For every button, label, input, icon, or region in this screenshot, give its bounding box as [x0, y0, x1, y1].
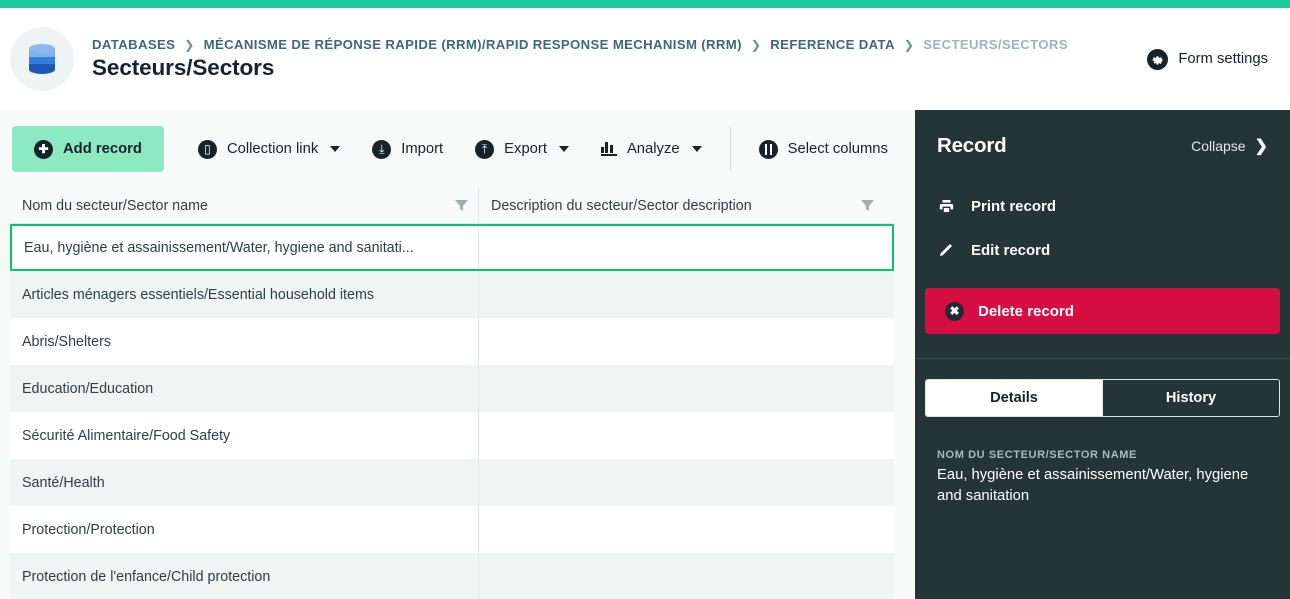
header-title-block: DATABASES ❯ MÉCANISME DE RÉPONSE RAPIDE …: [92, 37, 1068, 81]
main-content: ✚ Add record ▯ Collection link ⤓ Import …: [0, 110, 1290, 599]
column-header-sector-description[interactable]: Description du secteur/Sector descriptio…: [478, 187, 884, 224]
cell-sector-description[interactable]: [478, 318, 884, 365]
table-row[interactable]: Protection/Protection: [10, 506, 894, 553]
breadcrumb-item-reference-data[interactable]: REFERENCE DATA: [770, 37, 895, 52]
cell-sector-name[interactable]: Education/Education: [10, 365, 478, 412]
export-label: Export: [504, 141, 547, 157]
cell-sector-name[interactable]: Abris/Shelters: [10, 318, 478, 365]
record-details-content: NOM DU SECTEUR/SECTOR NAME Eau, hygiène …: [915, 417, 1290, 508]
filter-icon[interactable]: [455, 200, 468, 211]
breadcrumb-item-databases[interactable]: DATABASES: [92, 37, 175, 52]
database-icon: [10, 27, 74, 91]
chevron-right-icon: ❯: [1254, 138, 1268, 155]
page-title: Secteurs/Sectors: [92, 55, 275, 80]
table-row[interactable]: Eau, hygiène et assainissement/Water, hy…: [10, 224, 894, 271]
page-header: DATABASES ❯ MÉCANISME DE RÉPONSE RAPIDE …: [0, 8, 1290, 110]
cell-sector-description[interactable]: [478, 271, 884, 318]
print-record-button[interactable]: Print record: [915, 184, 1290, 228]
breadcrumb-separator: ❯: [903, 37, 915, 52]
collection-icon: ▯: [197, 139, 217, 159]
filter-icon[interactable]: [861, 200, 874, 211]
table-header-row: Nom du secteur/Sector name Description d…: [10, 187, 894, 224]
analyze-button[interactable]: Analyze: [585, 126, 718, 172]
breadcrumb-item-rrm[interactable]: MÉCANISME DE RÉPONSE RAPIDE (RRM)/RAPID …: [204, 37, 742, 52]
table-body: Eau, hygiène et assainissement/Water, hy…: [10, 224, 894, 599]
record-panel-title: Record: [937, 134, 1007, 157]
record-panel: Record Collapse ❯ Print record Edit reco…: [915, 110, 1290, 599]
tab-history[interactable]: History: [1102, 380, 1279, 416]
column-header-label: Description du secteur/Sector descriptio…: [491, 197, 752, 214]
import-label: Import: [401, 141, 444, 157]
table-row[interactable]: Articles ménagers essentiels/Essential h…: [10, 271, 894, 318]
cell-sector-description[interactable]: [478, 506, 884, 553]
import-button[interactable]: ⤓ Import: [356, 126, 459, 172]
delete-record-button[interactable]: ✖ Delete record: [925, 288, 1280, 334]
breadcrumb-separator: ❯: [184, 37, 195, 52]
cell-sector-description[interactable]: [478, 365, 884, 412]
table-toolbar: ✚ Add record ▯ Collection link ⤓ Import …: [0, 110, 915, 188]
download-circle-icon: ⤓: [372, 139, 392, 159]
detail-field-label: NOM DU SECTEUR/SECTOR NAME: [937, 449, 1137, 461]
form-settings-label: Form settings: [1178, 51, 1268, 67]
breadcrumb-item-secteurs-sectors: SECTEURS/SECTORS: [923, 37, 1068, 52]
table-pane: ✚ Add record ▯ Collection link ⤓ Import …: [0, 110, 915, 599]
chevron-down-icon: [330, 146, 341, 152]
bar-chart-icon: [600, 142, 617, 156]
cell-sector-name[interactable]: Protection/Protection: [10, 506, 478, 553]
table-row[interactable]: Santé/Health: [10, 459, 894, 506]
print-record-label: Print record: [971, 197, 1057, 215]
column-header-sector-name[interactable]: Nom du secteur/Sector name: [10, 188, 478, 224]
collapse-label: Collapse: [1191, 138, 1246, 154]
cell-sector-description[interactable]: [478, 459, 884, 506]
edit-record-button[interactable]: Edit record: [915, 228, 1290, 272]
select-columns-button[interactable]: Select columns: [743, 126, 904, 172]
cell-sector-name[interactable]: Santé/Health: [10, 459, 478, 506]
analyze-label: Analyze: [626, 141, 680, 157]
export-button[interactable]: ⤒ Export: [459, 126, 585, 172]
gear-icon: [1147, 48, 1169, 70]
collapse-button[interactable]: Collapse ❯: [1191, 136, 1268, 156]
form-settings-button[interactable]: Form settings: [1147, 48, 1268, 70]
record-detail-tabs: Details History: [925, 379, 1280, 417]
records-table: Nom du secteur/Sector name Description d…: [10, 187, 894, 599]
table-row[interactable]: Protection de l'enfance/Child protection: [10, 553, 894, 599]
cell-sector-description[interactable]: [478, 553, 884, 599]
cell-sector-name[interactable]: Protection de l'enfance/Child protection: [10, 553, 478, 599]
columns-circle-icon: [758, 139, 778, 159]
chevron-down-icon: [558, 146, 569, 152]
cell-sector-description[interactable]: [478, 226, 882, 269]
cell-sector-name[interactable]: Articles ménagers essentiels/Essential h…: [10, 271, 478, 318]
cell-sector-name[interactable]: Sécurité Alimentaire/Food Safety: [10, 412, 478, 459]
collection-link-button[interactable]: ▯ Collection link: [182, 126, 356, 172]
add-record-button[interactable]: ✚ Add record: [12, 126, 164, 172]
detail-field-value: Eau, hygiène et assainissement/Water, hy…: [937, 467, 1249, 505]
printer-icon: [937, 198, 955, 214]
add-record-label: Add record: [63, 141, 142, 157]
plus-circle-icon: ✚: [34, 139, 53, 159]
upload-circle-icon: ⤒: [475, 139, 495, 159]
cell-sector-name[interactable]: Eau, hygiène et assainissement/Water, hy…: [12, 226, 478, 269]
breadcrumb: DATABASES ❯ MÉCANISME DE RÉPONSE RAPIDE …: [92, 37, 1068, 52]
tab-details[interactable]: Details: [926, 380, 1102, 416]
x-circle-icon: ✖: [945, 301, 964, 321]
top-accent-bar: [0, 0, 1290, 8]
tab-details-label: Details: [990, 390, 1038, 406]
column-header-label: Nom du secteur/Sector name: [22, 197, 208, 214]
collection-link-label: Collection link: [226, 141, 319, 157]
cell-sector-description[interactable]: [478, 412, 884, 459]
table-row[interactable]: Education/Education: [10, 365, 894, 412]
breadcrumb-separator: ❯: [750, 37, 762, 52]
select-columns-label: Select columns: [787, 141, 888, 157]
table-row[interactable]: Abris/Shelters: [10, 318, 894, 365]
edit-record-label: Edit record: [971, 241, 1051, 259]
tab-history-label: History: [1165, 390, 1217, 406]
record-panel-top: Record Collapse ❯: [915, 110, 1290, 184]
pencil-icon: [937, 242, 955, 258]
delete-record-label: Delete record: [978, 302, 1074, 320]
toolbar-divider: [729, 127, 731, 171]
chevron-down-icon: [691, 146, 702, 152]
table-row[interactable]: Sécurité Alimentaire/Food Safety: [10, 412, 894, 459]
record-panel-header: Record Collapse ❯: [937, 134, 1268, 158]
record-panel-divider: [915, 358, 1290, 359]
